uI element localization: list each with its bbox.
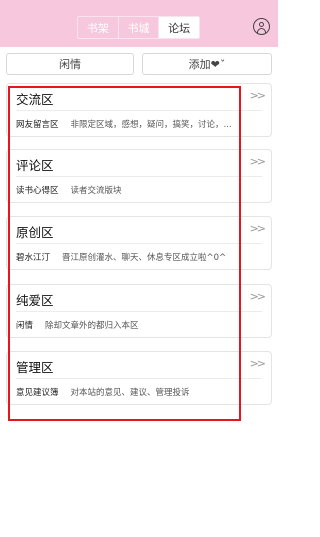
section-title: 交流区 (16, 92, 54, 107)
section-title: 评论区 (16, 158, 54, 173)
subforum-description: 非限定区域，感想，疑问，搞笑，讨论，... (70, 120, 232, 130)
subforum-name[interactable]: 闲情 (16, 319, 33, 331)
section-title: 原创区 (16, 225, 54, 240)
tab-group: 书架 书城 论坛 (77, 16, 200, 39)
idle-button[interactable]: 闲情 (6, 53, 134, 75)
subforum-row[interactable]: 网友留言区 非限定区域，感想，疑问，搞笑，讨论，... (16, 117, 266, 131)
subforum-row[interactable]: 闲情 除却文章外的都归入本区 (16, 318, 266, 332)
section-admin[interactable]: 管理区 >> 意见建议簿 对本站的意见、建议、管理投诉 (6, 351, 272, 405)
double-chevron-right-icon[interactable]: >> (250, 155, 267, 168)
user-icon[interactable] (253, 18, 270, 35)
subforum-description: 读者交流版块 (70, 186, 122, 196)
subforum-description: 除却文章外的都归入本区 (45, 321, 139, 331)
section-review[interactable]: 评论区 >> 读书心得区 读者交流版块 (6, 149, 272, 203)
divider (16, 311, 262, 312)
section-pure-love[interactable]: 纯爱区 >> 闲情 除却文章外的都归入本区 (6, 284, 272, 338)
subforum-row[interactable]: 意见建议簿 对本站的意见、建议、管理投诉 (16, 385, 266, 399)
double-chevron-right-icon[interactable]: >> (250, 222, 267, 235)
subforum-name[interactable]: 意见建议簿 (16, 386, 59, 398)
user-head-shape (259, 22, 264, 27)
add-button[interactable]: 添加❤︎ˇ (142, 53, 272, 75)
divider (16, 176, 262, 177)
divider (16, 243, 262, 244)
subforum-description: 晋江原创灌水、聊天、休息专区成立啦^0^ (62, 253, 227, 263)
tab-bookstore[interactable]: 书城 (119, 17, 160, 38)
section-original[interactable]: 原创区 >> 碧水江汀 晋江原创灌水、聊天、休息专区成立啦^0^ (6, 216, 272, 270)
action-bar: 闲情 添加❤︎ˇ (6, 53, 272, 75)
section-title: 纯爱区 (16, 293, 54, 308)
subforum-name[interactable]: 读书心得区 (16, 184, 59, 196)
section-title: 管理区 (16, 360, 54, 375)
double-chevron-right-icon[interactable]: >> (250, 357, 267, 370)
tab-forum[interactable]: 论坛 (159, 17, 199, 38)
subforum-name[interactable]: 网友留言区 (16, 118, 59, 130)
double-chevron-right-icon[interactable]: >> (250, 89, 267, 102)
tab-bookshelf[interactable]: 书架 (78, 17, 119, 38)
divider (16, 378, 262, 379)
user-body-shape (257, 28, 266, 33)
subforum-description: 对本站的意见、建议、管理投诉 (70, 388, 190, 398)
top-bar: 书架 书城 论坛 (0, 0, 278, 47)
subforum-row[interactable]: 碧水江汀 晋江原创灌水、聊天、休息专区成立啦^0^ (16, 250, 266, 264)
double-chevron-right-icon[interactable]: >> (250, 290, 267, 303)
subforum-name[interactable]: 碧水江汀 (16, 251, 50, 263)
section-exchange[interactable]: 交流区 >> 网友留言区 非限定区域，感想，疑问，搞笑，讨论，... (6, 83, 272, 137)
divider (16, 110, 262, 111)
subforum-row[interactable]: 读书心得区 读者交流版块 (16, 183, 266, 197)
